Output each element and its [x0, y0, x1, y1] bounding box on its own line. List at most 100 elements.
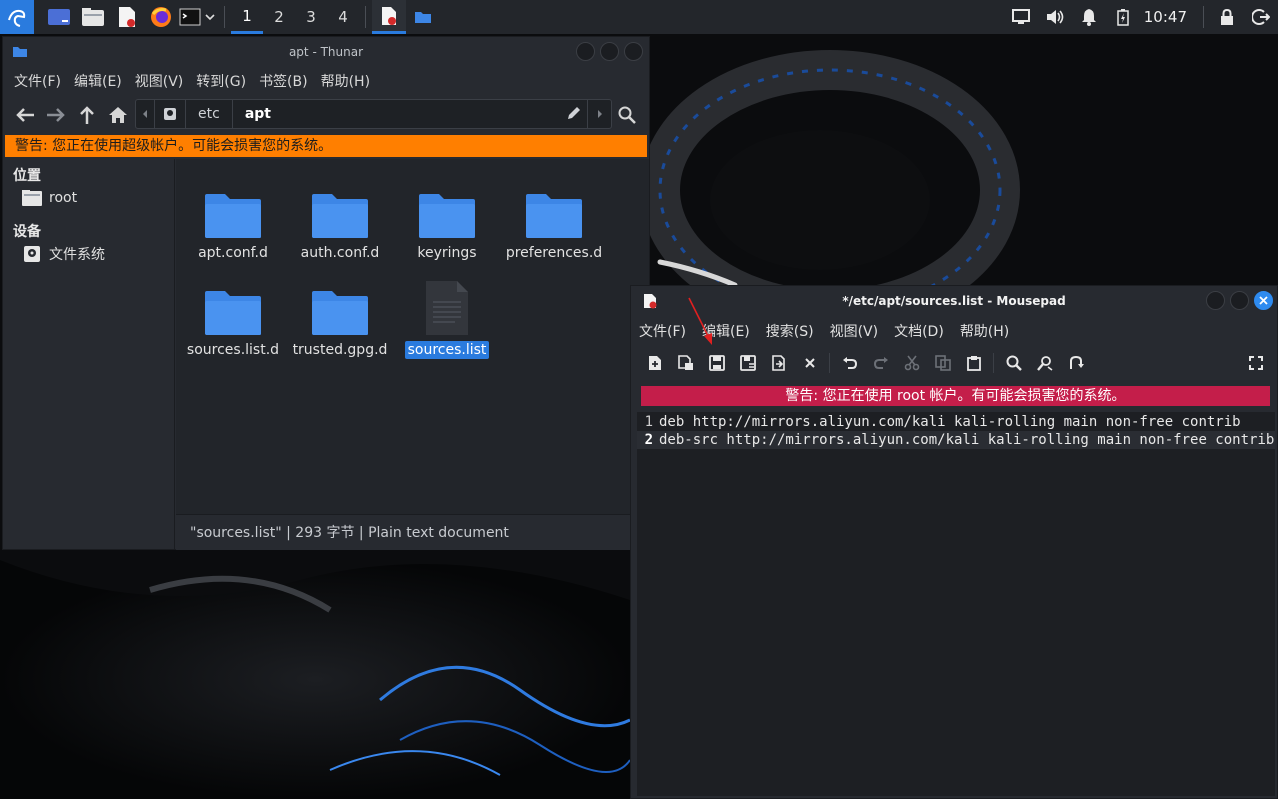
save-button[interactable] — [701, 348, 732, 378]
menu-file[interactable]: 文件(F) — [639, 321, 686, 341]
menu-edit[interactable]: 编辑(E) — [702, 321, 750, 341]
new-window-button[interactable] — [670, 348, 701, 378]
menu-help[interactable]: 帮助(H) — [321, 71, 370, 91]
top-panel: 1 2 3 4 10:47 — [0, 0, 1278, 34]
editor-line[interactable]: 1 deb http://mirrors.aliyun.com/kali kal… — [637, 413, 1275, 431]
menu-help[interactable]: 帮助(H) — [960, 321, 1009, 341]
fullscreen-button[interactable] — [1240, 348, 1271, 378]
search-icon — [1006, 355, 1022, 371]
folder-icon — [419, 194, 475, 238]
menu-edit[interactable]: 编辑(E) — [74, 71, 122, 91]
home-button[interactable] — [102, 99, 133, 131]
text-editor-launcher[interactable] — [110, 0, 144, 34]
paste-button[interactable] — [958, 348, 989, 378]
display-tray[interactable] — [1004, 0, 1038, 34]
clock[interactable]: 10:47 — [1140, 8, 1197, 26]
undo-button[interactable] — [834, 348, 865, 378]
path-crumb-etc[interactable]: etc — [186, 100, 233, 128]
folder-icon — [312, 194, 368, 238]
file-item-sources-list-d[interactable]: sources.list.d — [178, 270, 288, 359]
file-item-sources-list[interactable]: sources.list — [392, 270, 502, 359]
file-label: sources.list — [404, 341, 490, 359]
menu-document[interactable]: 文档(D) — [894, 321, 944, 341]
cut-button[interactable] — [896, 348, 927, 378]
logout-icon — [1252, 9, 1270, 25]
workspace-4[interactable]: 4 — [327, 0, 359, 34]
back-button[interactable] — [9, 99, 40, 131]
file-item-auth-conf-d[interactable]: auth.conf.d — [285, 173, 395, 262]
workspace-2[interactable]: 2 — [263, 0, 295, 34]
find-button[interactable] — [998, 348, 1029, 378]
minimize-button[interactable] — [576, 42, 595, 61]
battery-tray[interactable] — [1106, 0, 1140, 34]
show-desktop-button[interactable] — [42, 0, 76, 34]
menu-go[interactable]: 转到(G) — [196, 71, 246, 91]
mousepad-titlebar[interactable]: */etc/apt/sources.list - Mousepad — [631, 286, 1277, 316]
file-label: keyrings — [417, 245, 477, 261]
minimize-button[interactable] — [1206, 291, 1225, 310]
arrow-right-icon — [46, 108, 65, 122]
volume-tray[interactable] — [1038, 0, 1072, 34]
copy-button[interactable] — [927, 348, 958, 378]
editor-line-current[interactable]: 2 deb-src http://mirrors.aliyun.com/kali… — [637, 431, 1275, 449]
path-root-button[interactable] — [155, 100, 186, 128]
path-scroll-left[interactable] — [136, 100, 155, 128]
go-to-line-button[interactable] — [1060, 348, 1091, 378]
redo-button[interactable] — [865, 348, 896, 378]
redo-icon — [873, 357, 888, 369]
sidebar-item-filesystem[interactable]: 文件系统 — [3, 241, 174, 267]
text-editor-area[interactable]: 1 deb http://mirrors.aliyun.com/kali kal… — [637, 412, 1275, 796]
find-replace-button[interactable] — [1029, 348, 1060, 378]
terminal-launcher[interactable] — [178, 0, 202, 34]
menu-bookmarks[interactable]: 书签(B) — [259, 71, 308, 91]
path-crumb-apt[interactable]: apt — [233, 100, 283, 128]
new-document-button[interactable] — [639, 348, 670, 378]
search-button[interactable] — [611, 99, 642, 131]
sidebar-item-root[interactable]: root — [3, 185, 174, 211]
menu-file[interactable]: 文件(F) — [14, 71, 61, 91]
monitor-icon — [1011, 9, 1030, 24]
logout-button[interactable] — [1244, 0, 1278, 34]
menu-search[interactable]: 搜索(S) — [766, 321, 814, 341]
kali-menu-button[interactable] — [0, 0, 34, 34]
home-icon — [108, 107, 127, 123]
menu-view[interactable]: 视图(V) — [135, 71, 184, 91]
line-text[interactable]: deb-src http://mirrors.aliyun.com/kali k… — [657, 432, 1274, 448]
save-as-button[interactable] — [732, 348, 763, 378]
file-manager-launcher[interactable] — [76, 0, 110, 34]
file-view: apt.conf.d auth.conf.d keyrings preferen… — [176, 159, 649, 514]
close-document-button[interactable] — [794, 348, 825, 378]
lock-screen-button[interactable] — [1210, 0, 1244, 34]
file-item-preferences-d[interactable]: preferences.d — [499, 173, 609, 262]
workspace-1[interactable]: 1 — [231, 0, 263, 34]
file-label: auth.conf.d — [300, 245, 380, 261]
forward-button[interactable] — [40, 99, 71, 131]
maximize-button[interactable] — [1230, 291, 1249, 310]
find-replace-icon — [1036, 356, 1052, 371]
firefox-launcher[interactable] — [144, 0, 178, 34]
line-number: 2 — [644, 432, 653, 448]
battery-charging-icon — [1117, 9, 1129, 26]
thunar-titlebar[interactable]: apt - Thunar — [3, 37, 649, 67]
system-tray: 10:47 — [1004, 0, 1278, 34]
taskbar-thunar[interactable] — [406, 0, 440, 34]
notifications-tray[interactable] — [1072, 0, 1106, 34]
workspace-3[interactable]: 3 — [295, 0, 327, 34]
edit-path-button[interactable] — [567, 106, 581, 124]
new-file-icon — [648, 356, 661, 370]
menu-view[interactable]: 视图(V) — [830, 321, 879, 341]
up-button[interactable] — [71, 99, 102, 131]
drive-icon — [164, 108, 176, 120]
line-text[interactable]: deb http://mirrors.aliyun.com/kali kali-… — [657, 414, 1241, 430]
taskbar-mousepad[interactable] — [372, 0, 406, 34]
reload-button[interactable] — [763, 348, 794, 378]
maximize-button[interactable] — [600, 42, 619, 61]
terminal-dropdown[interactable] — [202, 0, 218, 34]
panel-separator — [365, 6, 366, 28]
file-item-apt-conf-d[interactable]: apt.conf.d — [178, 173, 288, 262]
file-item-keyrings[interactable]: keyrings — [392, 173, 502, 262]
close-button[interactable] — [1254, 291, 1273, 310]
close-button[interactable] — [624, 42, 643, 61]
path-scroll-right[interactable] — [587, 100, 611, 128]
file-item-trusted-gpg-d[interactable]: trusted.gpg.d — [285, 270, 395, 359]
